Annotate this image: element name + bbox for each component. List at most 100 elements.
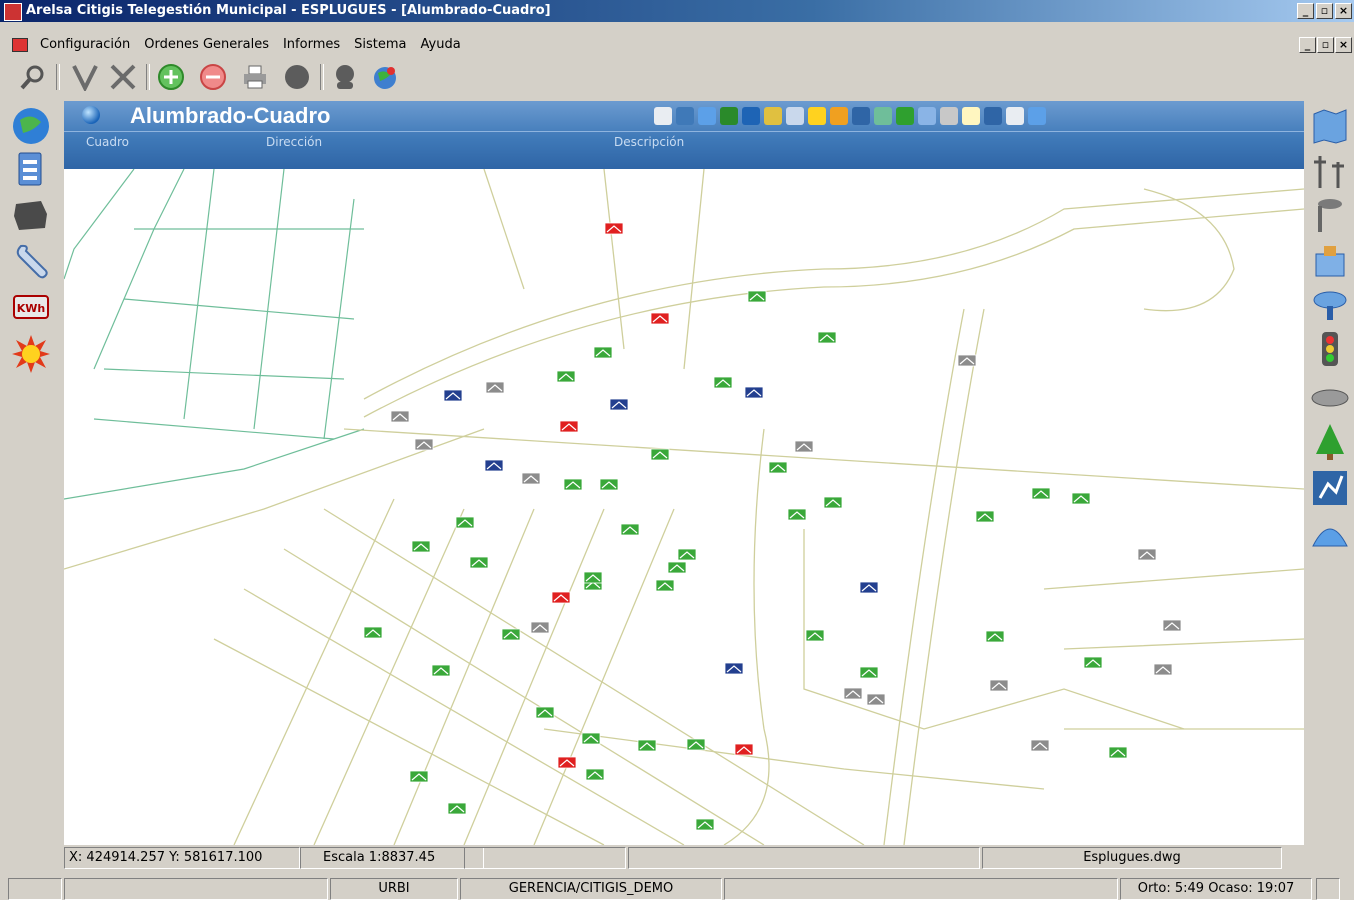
map-tool-icon[interactable] <box>896 107 914 125</box>
map-tool-icon[interactable] <box>786 107 804 125</box>
column-cuadro[interactable]: Cuadro <box>86 135 129 149</box>
map-tool-icon[interactable] <box>1006 107 1024 125</box>
cuadro-marker-green[interactable] <box>768 461 788 474</box>
cuadro-marker-blue[interactable] <box>744 386 764 399</box>
cuadro-marker-green[interactable] <box>620 523 640 536</box>
cuadro-marker-green[interactable] <box>823 496 843 509</box>
remove-icon[interactable] <box>198 62 228 92</box>
map-tool-icon[interactable] <box>874 107 892 125</box>
cuadro-marker-green[interactable] <box>787 508 807 521</box>
cuadro-marker-red[interactable] <box>557 756 577 769</box>
powerline-icon[interactable] <box>1310 152 1350 192</box>
cuadro-marker-gray[interactable] <box>1162 619 1182 632</box>
add-icon[interactable] <box>156 62 186 92</box>
map-tool-icon[interactable] <box>940 107 958 125</box>
cuadro-marker-green[interactable] <box>583 571 603 584</box>
column-descripcion[interactable]: Descripción <box>614 135 684 149</box>
map-icon[interactable] <box>1310 106 1350 146</box>
cuadro-marker-green[interactable] <box>599 478 619 491</box>
cuadro-marker-red[interactable] <box>650 312 670 325</box>
print-icon[interactable] <box>240 62 270 92</box>
cuadro-marker-gray[interactable] <box>843 687 863 700</box>
minimize-button[interactable]: _ <box>1297 3 1314 19</box>
check-icon[interactable] <box>70 62 100 92</box>
map-tool-icon[interactable] <box>830 107 848 125</box>
cuadro-marker-green[interactable] <box>585 768 605 781</box>
map-tool-icon[interactable] <box>984 107 1002 125</box>
manhole-icon[interactable] <box>1310 376 1350 416</box>
cuadro-marker-green[interactable] <box>563 478 583 491</box>
cuadro-marker-green[interactable] <box>1108 746 1128 759</box>
cuadro-marker-gray[interactable] <box>390 410 410 423</box>
cuadro-marker-gray[interactable] <box>989 679 1009 692</box>
map-tool-icon[interactable] <box>742 107 760 125</box>
menu-sistema[interactable]: Sistema <box>354 37 406 52</box>
cuadro-marker-gray[interactable] <box>866 693 886 706</box>
cuadro-marker-gray[interactable] <box>1030 739 1050 752</box>
cuadro-marker-green[interactable] <box>556 370 576 383</box>
mdi-window-icon[interactable] <box>12 38 28 52</box>
mdi-restore-button[interactable]: ▫ <box>1317 37 1334 53</box>
search-icon[interactable] <box>18 62 48 92</box>
cuadro-marker-green[interactable] <box>455 516 475 529</box>
traffic-light-icon[interactable] <box>1310 330 1350 370</box>
dot-icon[interactable] <box>282 62 312 92</box>
cuadro-marker-green[interactable] <box>637 739 657 752</box>
cuadro-marker-green[interactable] <box>817 331 837 344</box>
mdi-close-button[interactable]: × <box>1335 37 1352 53</box>
menu-informes[interactable]: Informes <box>283 37 340 52</box>
cuadro-marker-green[interactable] <box>667 561 687 574</box>
cuadro-marker-green[interactable] <box>501 628 521 641</box>
column-direccion[interactable]: Dirección <box>266 135 322 149</box>
mdi-minimize-button[interactable]: _ <box>1299 37 1316 53</box>
map-tool-icon[interactable] <box>764 107 782 125</box>
cuadro-marker-green[interactable] <box>1083 656 1103 669</box>
close-button[interactable]: × <box>1335 3 1352 19</box>
cuadro-marker-green[interactable] <box>535 706 555 719</box>
cuadro-marker-blue[interactable] <box>609 398 629 411</box>
cuadro-marker-green[interactable] <box>805 629 825 642</box>
globe-icon[interactable] <box>370 62 400 92</box>
cuadro-marker-green[interactable] <box>431 664 451 677</box>
cuadro-marker-gray[interactable] <box>957 354 977 367</box>
kwh-icon[interactable]: KWh <box>10 288 52 328</box>
map-tool-icon[interactable] <box>962 107 980 125</box>
streetlight-icon[interactable] <box>1310 196 1350 236</box>
sun-icon[interactable] <box>10 334 52 374</box>
building-icon[interactable] <box>1310 240 1350 280</box>
cuadro-marker-red[interactable] <box>551 591 571 604</box>
cuadro-marker-green[interactable] <box>713 376 733 389</box>
cuadro-marker-blue[interactable] <box>443 389 463 402</box>
cuadro-marker-red[interactable] <box>734 743 754 756</box>
cuadro-marker-green[interactable] <box>655 579 675 592</box>
map-tool-icon[interactable] <box>698 107 716 125</box>
map-view[interactable] <box>64 169 1304 845</box>
user-icon[interactable] <box>330 62 360 92</box>
cuadro-marker-gray[interactable] <box>485 381 505 394</box>
cuadro-marker-blue[interactable] <box>859 581 879 594</box>
cuadro-marker-green[interactable] <box>593 346 613 359</box>
map-tool-icon[interactable] <box>808 107 826 125</box>
cuadro-marker-green[interactable] <box>985 630 1005 643</box>
cuadro-marker-green[interactable] <box>859 666 879 679</box>
map-tool-icon[interactable] <box>720 107 738 125</box>
map-tool-icon[interactable] <box>676 107 694 125</box>
cuadro-marker-green[interactable] <box>409 770 429 783</box>
cuadro-marker-green[interactable] <box>975 510 995 523</box>
cuadro-marker-green[interactable] <box>1031 487 1051 500</box>
cuadro-marker-blue[interactable] <box>724 662 744 675</box>
cuadro-marker-green[interactable] <box>469 556 489 569</box>
cuadro-marker-gray[interactable] <box>794 440 814 453</box>
menu-ordenes-generales[interactable]: Ordenes Generales <box>144 37 269 52</box>
menu-ayuda[interactable]: Ayuda <box>421 37 461 52</box>
route-icon[interactable] <box>1310 468 1350 508</box>
cuadro-marker-gray[interactable] <box>1153 663 1173 676</box>
menu-configuracion[interactable]: Configuración <box>40 37 130 52</box>
wrench-icon[interactable] <box>10 242 52 282</box>
cuadro-marker-green[interactable] <box>695 818 715 831</box>
globe-icon[interactable] <box>10 106 52 146</box>
cuadro-marker-gray[interactable] <box>530 621 550 634</box>
map-tool-icon[interactable] <box>1028 107 1046 125</box>
cuadro-marker-gray[interactable] <box>521 472 541 485</box>
map-tool-icon[interactable] <box>918 107 936 125</box>
